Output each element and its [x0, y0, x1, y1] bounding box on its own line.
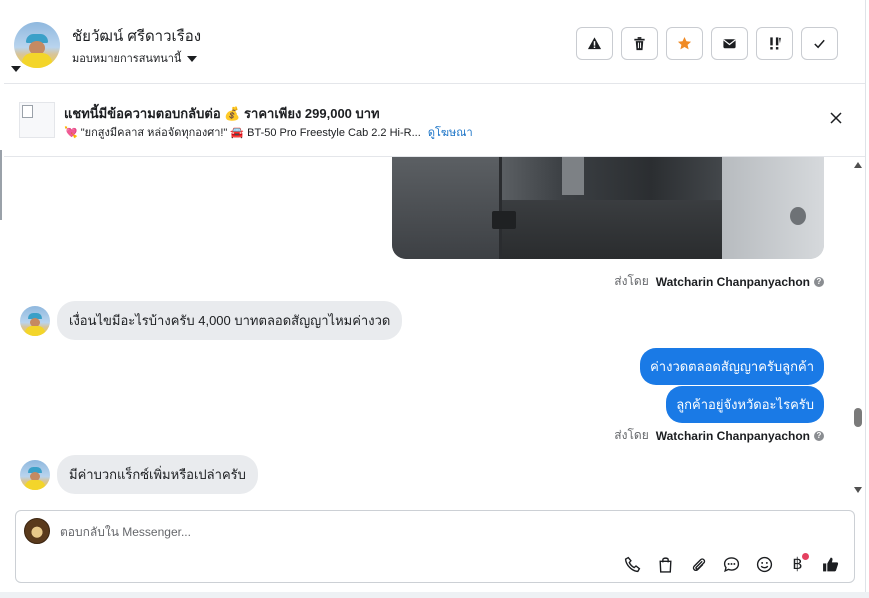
- panel-divider: [865, 0, 866, 598]
- mark-unread-button[interactable]: [711, 27, 748, 60]
- envelope-icon: [723, 39, 736, 49]
- conversation-panel: ชัยวัฒน์ ศรีดาวเรือง มอบหมายการสนทนานี้: [0, 0, 869, 598]
- contact-avatar[interactable]: [14, 22, 60, 68]
- avatar-dropdown-icon[interactable]: [11, 66, 21, 72]
- check-icon: [814, 39, 825, 49]
- message-photo-attachment[interactable]: [392, 157, 824, 259]
- trash-icon: [634, 37, 645, 51]
- call-button[interactable]: [621, 553, 644, 576]
- page-avatar: [24, 518, 50, 544]
- help-icon[interactable]: ?: [814, 276, 824, 287]
- payment-button[interactable]: ฿: [786, 553, 809, 576]
- contact-name[interactable]: ชัยวัฒน์ ศรีดาวเรือง: [72, 24, 201, 48]
- phone-icon: [624, 556, 641, 573]
- warning-icon: [587, 37, 602, 50]
- header-actions: [576, 27, 838, 60]
- exclamation-icon: [770, 37, 781, 50]
- scroll-down-arrow-icon[interactable]: [854, 487, 862, 493]
- follow-up-button[interactable]: [756, 27, 793, 60]
- attach-button[interactable]: [687, 553, 710, 576]
- scroll-up-arrow-icon[interactable]: [854, 162, 862, 168]
- incoming-message-row: เงื่อนไขมีอะไรบ้างครับ 4,000 บาทตลอดสัญญ…: [20, 301, 403, 340]
- view-ad-link[interactable]: ดูโฆษณา: [428, 127, 473, 139]
- conversation-header: ชัยวัฒน์ ศรีดาวเรือง มอบหมายการสนทนานี้: [4, 4, 865, 84]
- chat-bubble-icon: [723, 557, 740, 573]
- assign-label: มอบหมายการสนทนานี้: [72, 53, 182, 65]
- close-icon[interactable]: [829, 111, 843, 125]
- message-thread[interactable]: ส่งโดย Watcharin Chanpanyachon ? เงื่อนไ…: [4, 157, 848, 497]
- incoming-message-row: มีค่าบวกแร็กซ์เพิ่มหรือเปล่าครับ: [20, 455, 258, 494]
- help-icon[interactable]: ?: [814, 430, 824, 441]
- shopping-bag-icon: [659, 557, 672, 573]
- outgoing-message[interactable]: ค่างวดตลอดสัญญาครับลูกค้า: [640, 348, 824, 385]
- ad-description: 💘 "ยกสูงมีคลาส หล่อจัดทุกองศา!" 🚘 BT-50 …: [64, 127, 421, 139]
- like-button[interactable]: [819, 553, 842, 576]
- composer-toolbar: ฿: [621, 553, 842, 576]
- saved-replies-button[interactable]: [720, 553, 743, 576]
- baht-icon: ฿: [792, 555, 803, 573]
- shop-button[interactable]: [654, 553, 677, 576]
- caret-down-icon: [187, 55, 198, 62]
- contact-avatar-small[interactable]: [20, 305, 50, 336]
- incoming-message[interactable]: มีค่าบวกแร็กซ์เพิ่มหรือเปล่าครับ: [57, 455, 258, 494]
- incoming-message[interactable]: เงื่อนไขมีอะไรบ้างครับ 4,000 บาทตลอดสัญญ…: [57, 301, 403, 340]
- sent-by-label: ส่งโดย Watcharin Chanpanyachon ?: [614, 272, 824, 291]
- panel-edge-marker: [0, 150, 2, 220]
- thumbs-up-icon: [823, 557, 839, 572]
- ad-reply-banner: แชทนี้มีข้อความตอบกลับต่อ 💰 ราคาเพียง 29…: [4, 85, 865, 157]
- agent-name: Watcharin Chanpanyachon: [655, 274, 810, 289]
- sent-by-label: ส่งโดย Watcharin Chanpanyachon ?: [614, 426, 824, 445]
- reply-input[interactable]: [60, 522, 660, 542]
- mark-spam-button[interactable]: [576, 27, 613, 60]
- scrollbar-thumb[interactable]: [854, 408, 862, 427]
- contact-avatar-small[interactable]: [20, 459, 50, 490]
- sent-by-prefix: ส่งโดย: [614, 274, 649, 288]
- agent-name: Watcharin Chanpanyachon: [655, 428, 810, 443]
- notification-dot: [802, 553, 809, 560]
- ad-banner-subtitle: 💘 "ยกสูงมีคลาส หล่อจัดทุกองศา!" 🚘 BT-50 …: [64, 123, 473, 141]
- sent-by-prefix: ส่งโดย: [614, 428, 649, 442]
- star-icon: [677, 36, 692, 50]
- assign-conversation-dropdown[interactable]: มอบหมายการสนทนานี้: [72, 49, 198, 67]
- paperclip-icon: [692, 558, 706, 572]
- bottom-edge: [0, 592, 869, 598]
- emoji-button[interactable]: [753, 553, 776, 576]
- mark-done-button[interactable]: [801, 27, 838, 60]
- thread-scrollbar[interactable]: [851, 157, 865, 497]
- reply-composer: ฿: [15, 510, 855, 583]
- star-button[interactable]: [666, 27, 703, 60]
- smiley-icon: [756, 556, 773, 573]
- delete-button[interactable]: [621, 27, 658, 60]
- outgoing-message[interactable]: ลูกค้าอยู่จังหวัดอะไรครับ: [666, 386, 824, 423]
- ad-thumbnail[interactable]: [19, 102, 55, 138]
- ad-banner-title: แชทนี้มีข้อความตอบกลับต่อ 💰 ราคาเพียง 29…: [64, 106, 380, 121]
